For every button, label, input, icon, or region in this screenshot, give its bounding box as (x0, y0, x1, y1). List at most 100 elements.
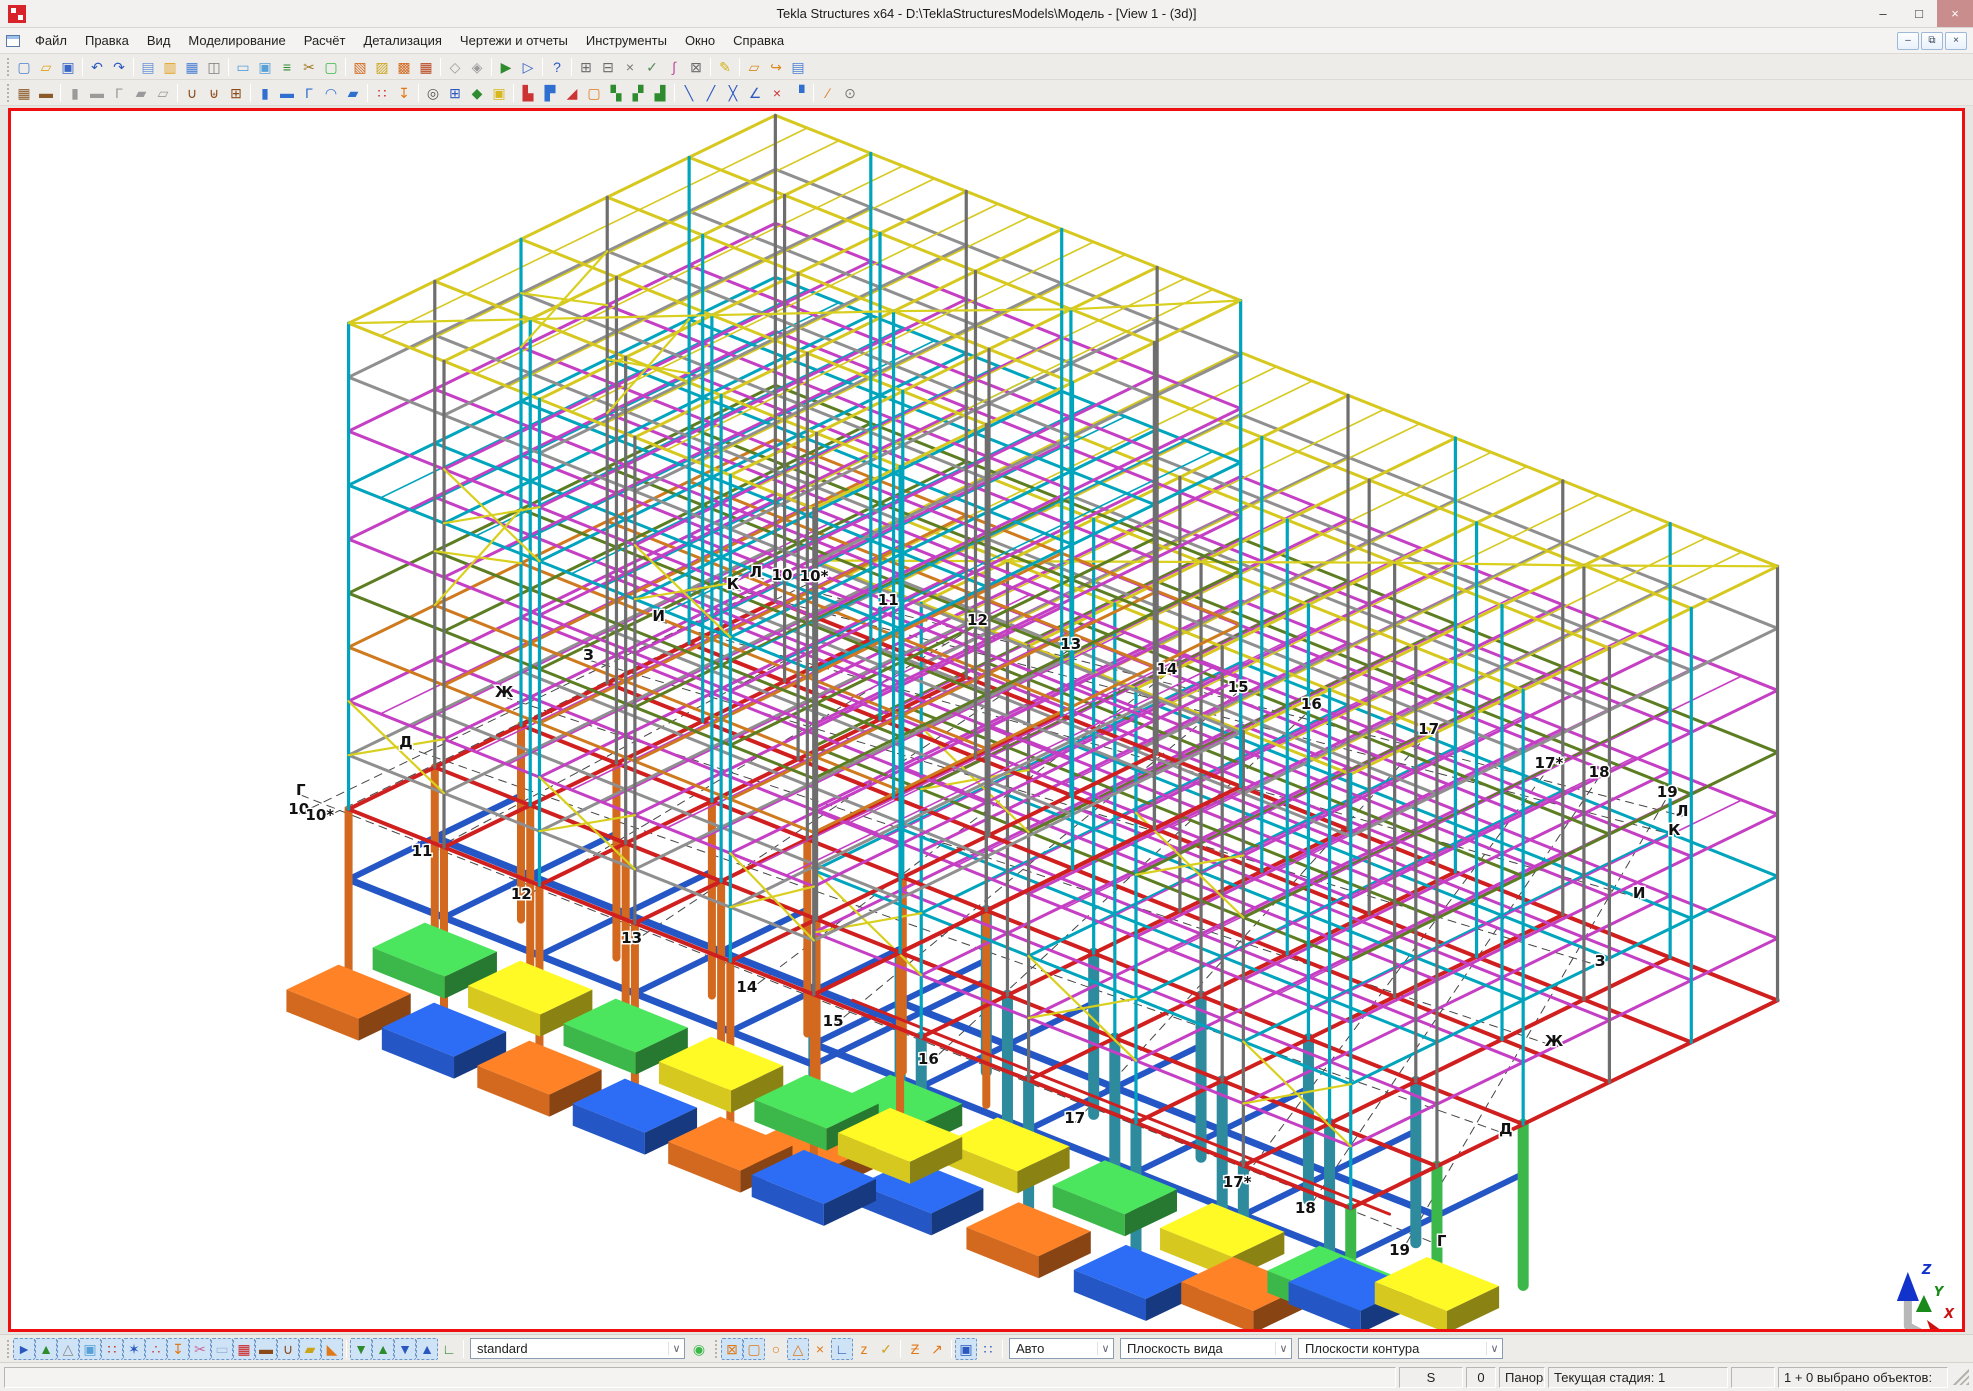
clash-check-button[interactable]: ⊙ (839, 82, 861, 104)
redo-button[interactable]: ↷ (108, 56, 130, 78)
select-bolts-switch[interactable]: ↧ (167, 1338, 189, 1360)
mdi-restore-button[interactable]: ⧉ (1921, 32, 1943, 50)
report-button[interactable]: ≡ (276, 56, 298, 78)
select-assembly-down-switch[interactable]: ▼ (350, 1338, 372, 1360)
help-button[interactable]: ? (546, 56, 568, 78)
mesh-button[interactable]: ⊞ (225, 82, 247, 104)
approve-button[interactable]: ✓ (641, 56, 663, 78)
new-model-button[interactable]: ▢ (13, 56, 35, 78)
steel-column-button[interactable]: ▮ (254, 82, 276, 104)
snap-grid-points-switch[interactable]: ∷ (977, 1338, 999, 1360)
menu-file[interactable]: Файл (26, 29, 76, 52)
steel-polybeam-button[interactable]: Γ (298, 82, 320, 104)
select-channels-switch[interactable]: ∪ (277, 1338, 299, 1360)
curve-button[interactable]: ∫ (663, 56, 685, 78)
erase-button[interactable]: × (619, 56, 641, 78)
rebar-button[interactable]: ⊎ (203, 82, 225, 104)
rotation-combo[interactable]: Плоскости контура∨ (1298, 1338, 1503, 1359)
steel-beam-button[interactable]: ▬ (276, 82, 298, 104)
bolt-catalog-button[interactable]: ▩ (393, 56, 415, 78)
menu-window[interactable]: Окно (676, 29, 724, 52)
numbering-button[interactable]: ∕ (817, 82, 839, 104)
move-object-button[interactable]: ▞ (627, 82, 649, 104)
point-delete-button[interactable]: × (766, 82, 788, 104)
select-surfaces-switch[interactable]: ✶ (123, 1338, 145, 1360)
selection-filter-combo[interactable]: standard∨ (470, 1338, 685, 1359)
select-components-switch[interactable]: ▦ (233, 1338, 255, 1360)
select-welds-switch[interactable]: ✂ (189, 1338, 211, 1360)
snap-check-switch[interactable]: ✓ (875, 1338, 897, 1360)
macro-play-button[interactable]: ▶ (495, 56, 517, 78)
object-info-button[interactable]: ▤ (787, 56, 809, 78)
snap-perpendicular-switch[interactable]: △ (787, 1338, 809, 1360)
select-assembly-up-switch[interactable]: ▲ (372, 1338, 394, 1360)
concrete-slab-button[interactable]: ▰ (130, 82, 152, 104)
pen-button[interactable]: ✎ (714, 56, 736, 78)
select-beams-switch[interactable]: ▬ (255, 1338, 277, 1360)
concrete-polybeam-button[interactable]: Γ (108, 82, 130, 104)
minimize-button[interactable]: – (1865, 0, 1901, 27)
concrete-panel-button[interactable]: ▱ (152, 82, 174, 104)
menu-edit[interactable]: Правка (76, 29, 138, 52)
view-area-button[interactable]: ◢ (561, 82, 583, 104)
save-model-button[interactable]: ▣ (57, 56, 79, 78)
steel-plate-button[interactable]: ▰ (342, 82, 364, 104)
mdi-close-button[interactable]: × (1945, 32, 1967, 50)
filter-settings-button[interactable]: ◉ (688, 1338, 710, 1360)
menu-detailing[interactable]: Детализация (354, 29, 450, 52)
resize-grip[interactable] (1953, 1369, 1969, 1385)
binoculars-button[interactable]: ◎ (422, 82, 444, 104)
profile-catalog-button[interactable]: ▧ (349, 56, 371, 78)
folder-open-button[interactable]: ▱ (743, 56, 765, 78)
open-model-button[interactable]: ▱ (35, 56, 57, 78)
view-tool-2-button[interactable]: ▛ (539, 82, 561, 104)
select-parts-switch[interactable]: ∷ (101, 1338, 123, 1360)
grid-button[interactable]: ⊞ (444, 82, 466, 104)
select-all-switch[interactable]: ► (13, 1338, 35, 1360)
menu-view[interactable]: Вид (138, 29, 180, 52)
select-object-down-switch[interactable]: ▼ (394, 1338, 416, 1360)
folder-export-button[interactable]: ↪ (765, 56, 787, 78)
work-plane-combo[interactable]: Плоскость вида∨ (1120, 1338, 1292, 1359)
concrete-column-button[interactable]: ▮ (64, 82, 86, 104)
point-intersect-button[interactable]: ╳ (722, 82, 744, 104)
model-viewport[interactable]: 101010*10*111112121313141415151616171717… (8, 108, 1965, 1332)
fence-2-button[interactable]: ⊠ (685, 56, 707, 78)
half-fence-button[interactable]: ⊟ (597, 56, 619, 78)
select-box-button[interactable]: ▢ (583, 82, 605, 104)
bent-plate-button[interactable]: ∪ (181, 82, 203, 104)
point-line-button[interactable]: ╲ (678, 82, 700, 104)
depth-combo[interactable]: Авто∨ (1009, 1338, 1114, 1359)
curved-beam-button[interactable]: ◠ (320, 82, 342, 104)
select-object-up-switch[interactable]: ▲ (416, 1338, 438, 1360)
snap-mid-switch[interactable]: z (853, 1338, 875, 1360)
cut-button[interactable]: ✂ (298, 56, 320, 78)
macro-edit-button[interactable]: ▷ (517, 56, 539, 78)
select-plates-switch[interactable]: ▭ (211, 1338, 233, 1360)
mirror-object-button[interactable]: ▟ (649, 82, 671, 104)
snap-line-end-switch[interactable]: ∟ (831, 1338, 853, 1360)
view-tool-1-button[interactable]: ▙ (517, 82, 539, 104)
snap-nearest-switch[interactable]: ○ (765, 1338, 787, 1360)
menu-modeling[interactable]: Моделирование (179, 29, 294, 52)
new-view-button[interactable]: ▭ (232, 56, 254, 78)
bolts-button[interactable]: ∷ (371, 82, 393, 104)
material-box-button[interactable]: ▣ (488, 82, 510, 104)
point-divide-button[interactable]: ╱ (700, 82, 722, 104)
snap-reference-switch[interactable]: ⊠ (721, 1338, 743, 1360)
snap-direction-switch[interactable]: ↗ (926, 1338, 948, 1360)
copy-button[interactable]: ▤ (137, 56, 159, 78)
snap-geometry-switch[interactable]: ▢ (743, 1338, 765, 1360)
copy-object-button[interactable]: ▚ (605, 82, 627, 104)
snap-diamond-2-button[interactable]: ◈ (466, 56, 488, 78)
fence-button[interactable]: ⊞ (575, 56, 597, 78)
pad-footing-button[interactable]: ▦ (13, 82, 35, 104)
select-slabs-switch[interactable]: ▰ (299, 1338, 321, 1360)
select-grid-lines-switch[interactable]: △ (57, 1338, 79, 1360)
components-button[interactable]: ◆ (466, 82, 488, 104)
view-list-button[interactable]: ▣ (254, 56, 276, 78)
copy-properties-button[interactable]: ▦ (181, 56, 203, 78)
menu-help[interactable]: Справка (724, 29, 793, 52)
menu-drawings-reports[interactable]: Чертежи и отчеты (451, 29, 577, 52)
select-single-switch[interactable]: ∟ (438, 1338, 460, 1360)
